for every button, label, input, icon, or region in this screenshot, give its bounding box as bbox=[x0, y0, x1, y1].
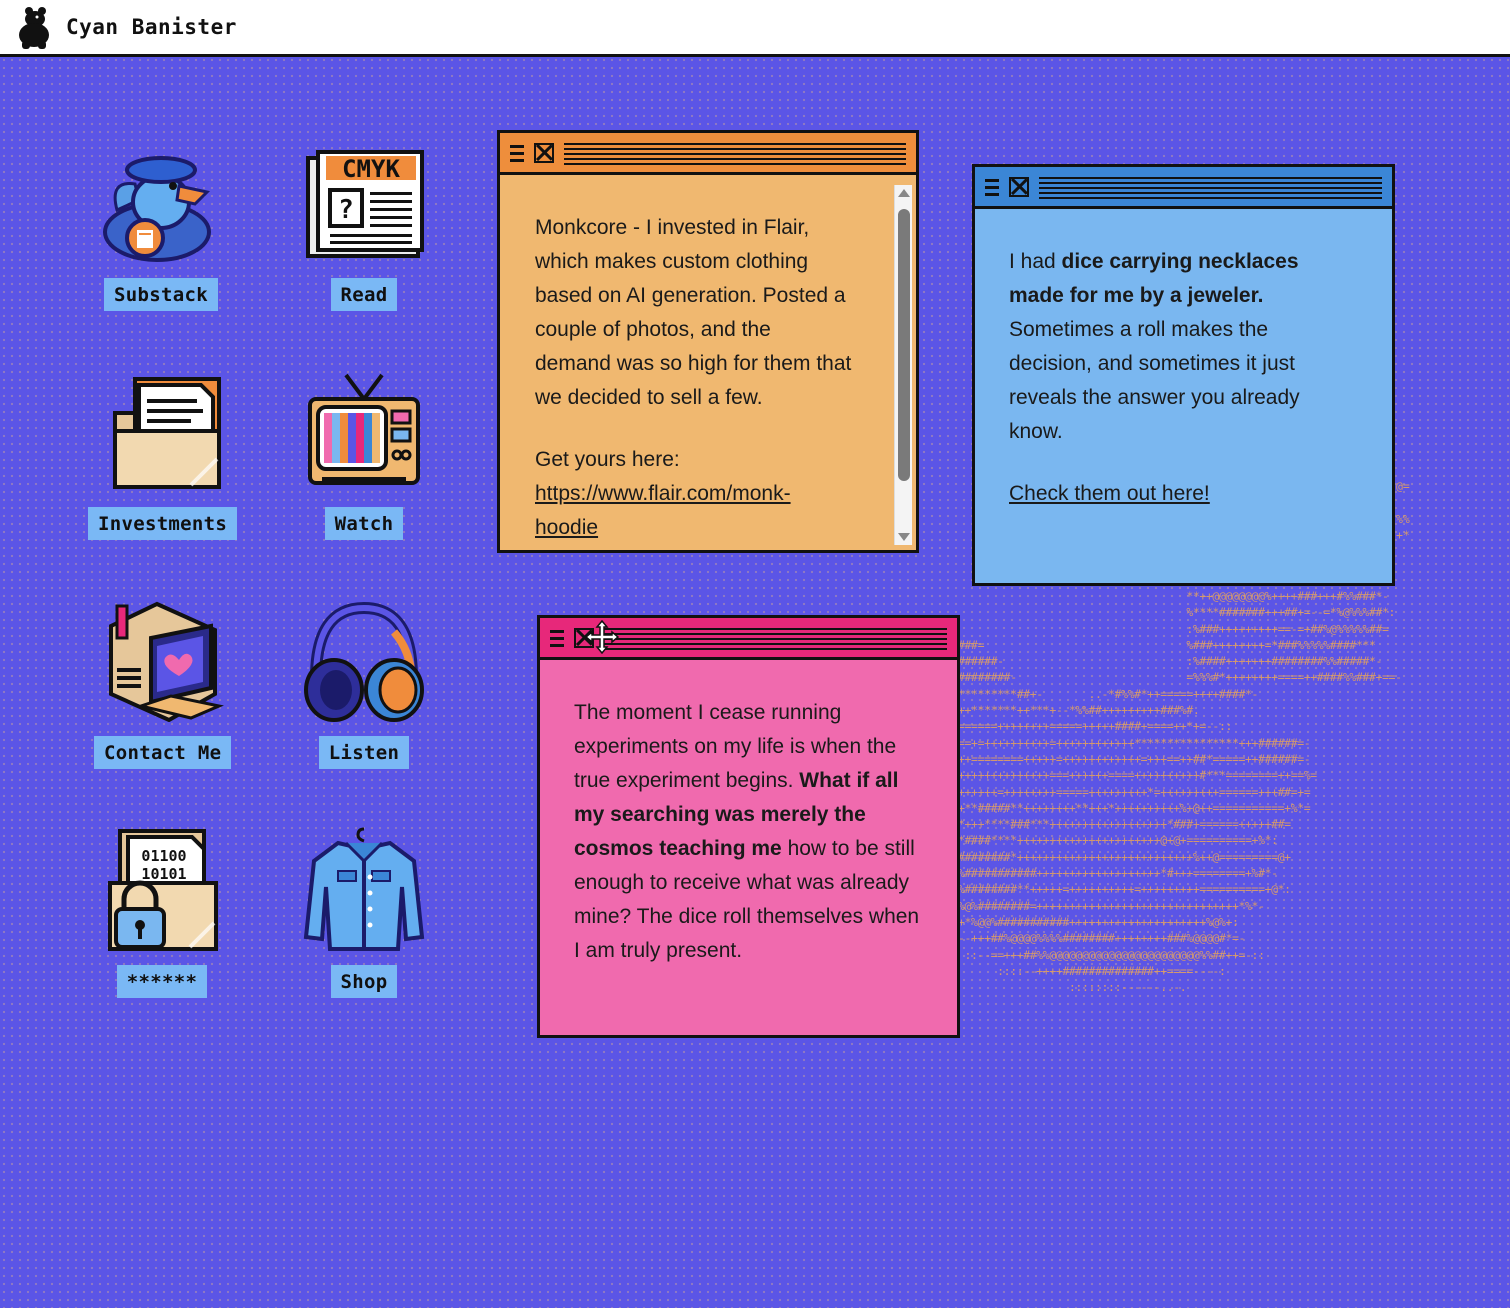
window-text: Monkcore - I invested in Flair, which ma… bbox=[535, 216, 852, 409]
desktop-icon-password[interactable]: 01100 10101 ****** bbox=[98, 827, 226, 998]
ascii-art-decoration: **++@@@@@@@@%++++###+++#%%###*- %****###… bbox=[958, 589, 1402, 995]
flair-link[interactable]: https://www.flair.com/monk-hoodie bbox=[535, 482, 791, 539]
desktop-icon-contact[interactable]: Contact Me bbox=[94, 598, 232, 769]
jacket-icon bbox=[303, 827, 425, 951]
close-icon[interactable] bbox=[574, 628, 594, 648]
desktop-icon-label: Watch bbox=[324, 507, 404, 540]
close-icon[interactable] bbox=[534, 143, 554, 163]
dice-link[interactable]: Check them out here! bbox=[1009, 482, 1210, 505]
desktop-icon-watch[interactable]: Watch bbox=[302, 369, 426, 540]
titlebar-grip[interactable] bbox=[564, 143, 906, 165]
titlebar-grip[interactable] bbox=[604, 628, 947, 650]
desktop-icon-label: Substack bbox=[104, 278, 218, 311]
window-monkcore[interactable]: Monkcore - I invested in Flair, which ma… bbox=[497, 130, 919, 553]
window-body: Monkcore - I invested in Flair, which ma… bbox=[500, 175, 916, 545]
computer-icon bbox=[108, 601, 224, 722]
titlebar-grip[interactable] bbox=[1039, 177, 1382, 199]
menu-icon[interactable] bbox=[510, 145, 524, 163]
desktop-icon-read[interactable]: CMYK ? Read bbox=[302, 140, 426, 311]
binary-line-1: 01100 bbox=[141, 847, 186, 865]
desktop-icon-label: Read bbox=[330, 278, 398, 311]
binary-line-2: 10101 bbox=[141, 865, 186, 883]
headphones-icon bbox=[304, 601, 424, 722]
desktop-icon-shop[interactable]: Shop bbox=[302, 827, 426, 998]
window-body: The moment I cease running experiments o… bbox=[540, 660, 957, 968]
scrollbar[interactable] bbox=[894, 185, 912, 545]
site-title[interactable]: Cyan Banister bbox=[66, 15, 237, 39]
desktop-icon-label: ****** bbox=[116, 965, 208, 998]
menu-icon[interactable] bbox=[550, 630, 564, 648]
window-text: I had dice carrying necklaces made for m… bbox=[1009, 250, 1300, 443]
window-text-get-yours: Get yours here: bbox=[535, 448, 680, 471]
desktop-icon-label: Listen bbox=[318, 736, 410, 769]
newspaper-title: CMYK bbox=[342, 155, 400, 183]
window-text: The moment I cease running experiments o… bbox=[574, 701, 920, 962]
bear-logo-icon[interactable] bbox=[16, 5, 54, 49]
window-body: I had dice carrying necklaces made for m… bbox=[975, 209, 1392, 511]
window-titlebar[interactable] bbox=[500, 133, 916, 175]
duck-icon bbox=[103, 156, 211, 262]
window-experiment[interactable]: The moment I cease running experiments o… bbox=[537, 615, 960, 1038]
window-dice-necklaces[interactable]: I had dice carrying necklaces made for m… bbox=[972, 164, 1395, 586]
desktop-icon-label: Shop bbox=[330, 965, 398, 998]
scrollbar-thumb[interactable] bbox=[898, 209, 910, 481]
tv-icon bbox=[308, 373, 420, 485]
svg-text:?: ? bbox=[338, 195, 354, 225]
window-titlebar[interactable] bbox=[975, 167, 1392, 209]
close-icon[interactable] bbox=[1009, 177, 1029, 197]
window-titlebar[interactable] bbox=[540, 618, 957, 660]
desktop-icon-substack[interactable]: Substack bbox=[99, 140, 223, 311]
desktop-icon-label: Contact Me bbox=[94, 736, 232, 769]
scroll-up-icon[interactable] bbox=[898, 189, 910, 197]
desktop-icon-label: Investments bbox=[88, 507, 238, 540]
folder-icon bbox=[112, 377, 221, 489]
ascii-art-edge: @= %% +* bbox=[1396, 479, 1410, 542]
menu-icon[interactable] bbox=[985, 179, 999, 197]
desktop-icon-investments[interactable]: Investments bbox=[88, 369, 238, 540]
desktop-icon-listen[interactable]: Listen bbox=[302, 598, 426, 769]
newspaper-icon: CMYK ? bbox=[306, 150, 424, 258]
locked-folder-icon: 01100 10101 bbox=[108, 829, 218, 951]
scroll-down-icon[interactable] bbox=[898, 533, 910, 541]
top-bar: Cyan Banister bbox=[0, 0, 1510, 57]
